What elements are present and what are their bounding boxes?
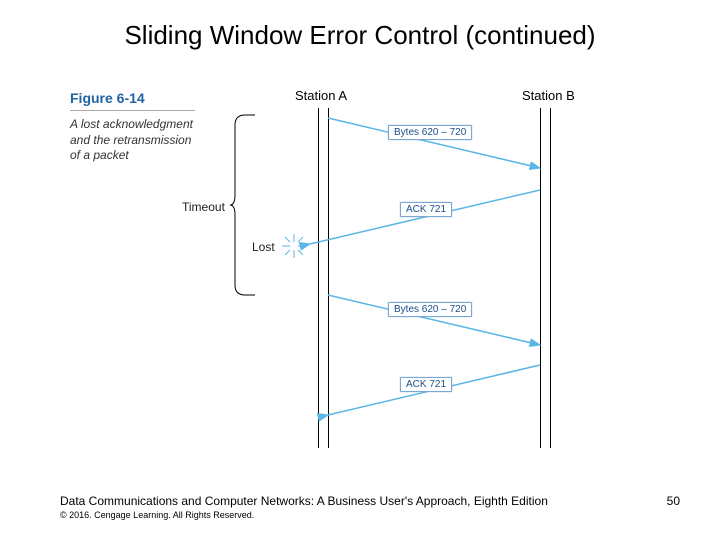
msg-box-data1: Bytes 620 – 720: [388, 125, 472, 140]
footer: Data Communications and Computer Network…: [60, 494, 680, 520]
msg-box-ack1: ACK 721: [400, 202, 452, 217]
footer-main: Data Communications and Computer Network…: [60, 494, 680, 508]
msg-box-ack2: ACK 721: [400, 377, 452, 392]
sequence-arrows: [70, 80, 630, 470]
slide-title: Sliding Window Error Control (continued): [0, 20, 720, 51]
page-number: 50: [667, 494, 680, 508]
footer-copyright: © 2016. Cengage Learning. All Rights Res…: [60, 510, 680, 520]
msg-box-data2: Bytes 620 – 720: [388, 302, 472, 317]
figure-area: Figure 6-14 A lost acknowledgment and th…: [70, 80, 630, 470]
